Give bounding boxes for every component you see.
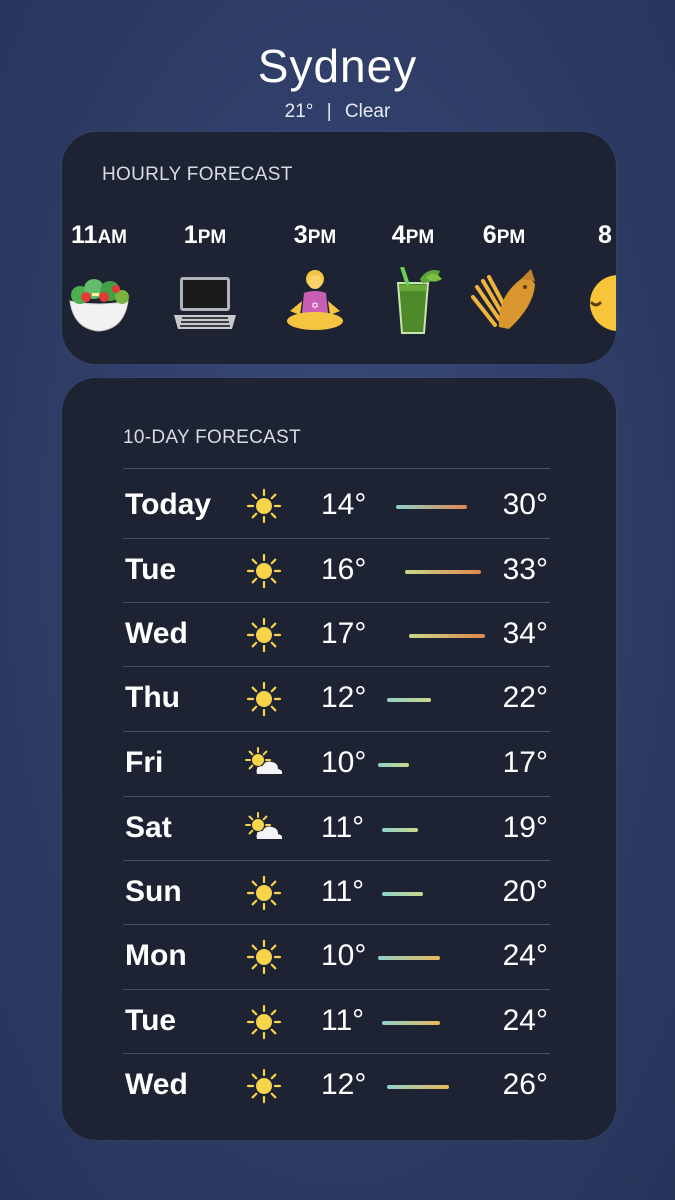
- hour-label: 3PM: [293, 221, 337, 249]
- sun-icon: [245, 1004, 283, 1040]
- hourly-item[interactable]: 11AM: [62, 220, 144, 342]
- conditions-separator: |: [326, 101, 332, 122]
- hourly-item[interactable]: 4PM: [368, 220, 458, 342]
- low-temp: 17°: [321, 617, 367, 650]
- sun-icon: [245, 488, 283, 524]
- hour-label: 8: [598, 221, 612, 249]
- hour-label: 6PM: [482, 221, 526, 249]
- high-temp: 17°: [502, 746, 548, 779]
- location-header: Sydney 21° | Clear: [0, 38, 675, 124]
- partly-cloudy-icon: [245, 746, 283, 782]
- svg-text:✡: ✡: [311, 301, 319, 312]
- temp-range-bar: [386, 698, 432, 702]
- day-name: Today: [125, 488, 212, 521]
- current-temp: 21°: [284, 101, 314, 122]
- hour-label: 4PM: [391, 221, 435, 249]
- day-row[interactable]: Today 14° 30°: [123, 474, 550, 539]
- green-juice-icon: [396, 266, 442, 334]
- low-temp: 16°: [321, 553, 367, 586]
- divider: [123, 468, 550, 469]
- day-row[interactable]: Mon 10° 24°: [123, 925, 550, 990]
- day-name: Wed: [125, 617, 188, 650]
- partly-cloudy-icon: [245, 811, 283, 847]
- high-temp: 24°: [502, 1004, 548, 1037]
- laptop-icon: [174, 277, 236, 329]
- day-name: Mon: [125, 939, 187, 972]
- high-temp: 19°: [502, 811, 548, 844]
- current-conditions: 21° | Clear: [0, 100, 675, 124]
- sun-icon: [245, 875, 283, 911]
- sun-icon: [245, 1068, 283, 1104]
- hourly-forecast-card[interactable]: HOURLY FORECAST 11AM 1PM 3PM ✡ 4PM 6PM 8: [62, 132, 616, 364]
- day-name: Thu: [125, 681, 180, 714]
- low-temp: 14°: [321, 488, 367, 521]
- sleeping-face-icon: [590, 275, 616, 331]
- day-name: Sun: [125, 875, 182, 908]
- day-row[interactable]: Thu 12° 22°: [123, 667, 550, 732]
- fish-and-chips-icon: [471, 269, 535, 329]
- low-temp: 12°: [321, 1068, 367, 1101]
- ten-day-forecast-title: 10-DAY FORECAST: [123, 427, 302, 448]
- high-temp: 24°: [502, 939, 548, 972]
- day-name: Wed: [125, 1068, 188, 1101]
- low-temp: 10°: [321, 746, 367, 779]
- temp-range-bar: [382, 828, 419, 832]
- low-temp: 11°: [321, 875, 365, 908]
- day-row[interactable]: Tue 11° 24°: [123, 990, 550, 1054]
- hour-label: 11AM: [71, 221, 127, 249]
- high-temp: 26°: [502, 1068, 548, 1101]
- salad-icon: [69, 279, 129, 332]
- day-row[interactable]: Fri 10° 17°: [123, 732, 550, 797]
- day-name: Fri: [125, 746, 164, 779]
- sun-icon: [245, 939, 283, 975]
- temp-range-bar: [404, 570, 481, 574]
- hourly-item[interactable]: 6PM: [459, 220, 549, 342]
- low-temp: 10°: [321, 939, 367, 972]
- meditation-icon: ✡: [287, 270, 343, 330]
- high-temp: 20°: [502, 875, 548, 908]
- day-name: Tue: [125, 553, 177, 586]
- sun-icon: [245, 553, 283, 589]
- hourly-forecast-title: HOURLY FORECAST: [102, 164, 293, 185]
- temp-range-bar: [382, 892, 423, 896]
- hourly-item[interactable]: 3PM ✡: [270, 220, 360, 342]
- high-temp: 33°: [502, 553, 548, 586]
- hourly-item[interactable]: 1PM: [160, 220, 250, 342]
- high-temp: 22°: [502, 681, 548, 714]
- temp-range-bar: [409, 634, 485, 638]
- day-row[interactable]: Sat 11° 19°: [123, 797, 550, 861]
- current-condition: Clear: [344, 101, 391, 122]
- day-name: Sat: [125, 811, 172, 844]
- high-temp: 34°: [502, 617, 548, 650]
- temp-range-bar: [382, 1021, 441, 1025]
- day-row[interactable]: Wed 12° 26°: [123, 1054, 550, 1118]
- high-temp: 30°: [502, 488, 548, 521]
- sun-icon: [245, 617, 283, 653]
- low-temp: 11°: [321, 1004, 365, 1037]
- sun-icon: [245, 681, 283, 717]
- temp-range-bar: [386, 1085, 450, 1089]
- low-temp: 12°: [321, 681, 367, 714]
- low-temp: 11°: [321, 811, 365, 844]
- temp-range-bar: [395, 505, 468, 509]
- day-row[interactable]: Sun 11° 20°: [123, 861, 550, 925]
- temp-range-bar: [378, 763, 410, 767]
- day-name: Tue: [125, 1004, 177, 1037]
- day-row[interactable]: Tue 16° 33°: [123, 539, 550, 603]
- ten-day-forecast-card: 10-DAY FORECAST Today 14° 30° Tue 16° 33° Wed 1…: [62, 378, 616, 1140]
- hour-label: 1PM: [183, 221, 227, 249]
- day-row[interactable]: Wed 17° 34°: [123, 603, 550, 667]
- hourly-item[interactable]: 8: [560, 220, 616, 342]
- temp-range-bar: [378, 956, 441, 960]
- city-name: Sydney: [257, 40, 418, 92]
